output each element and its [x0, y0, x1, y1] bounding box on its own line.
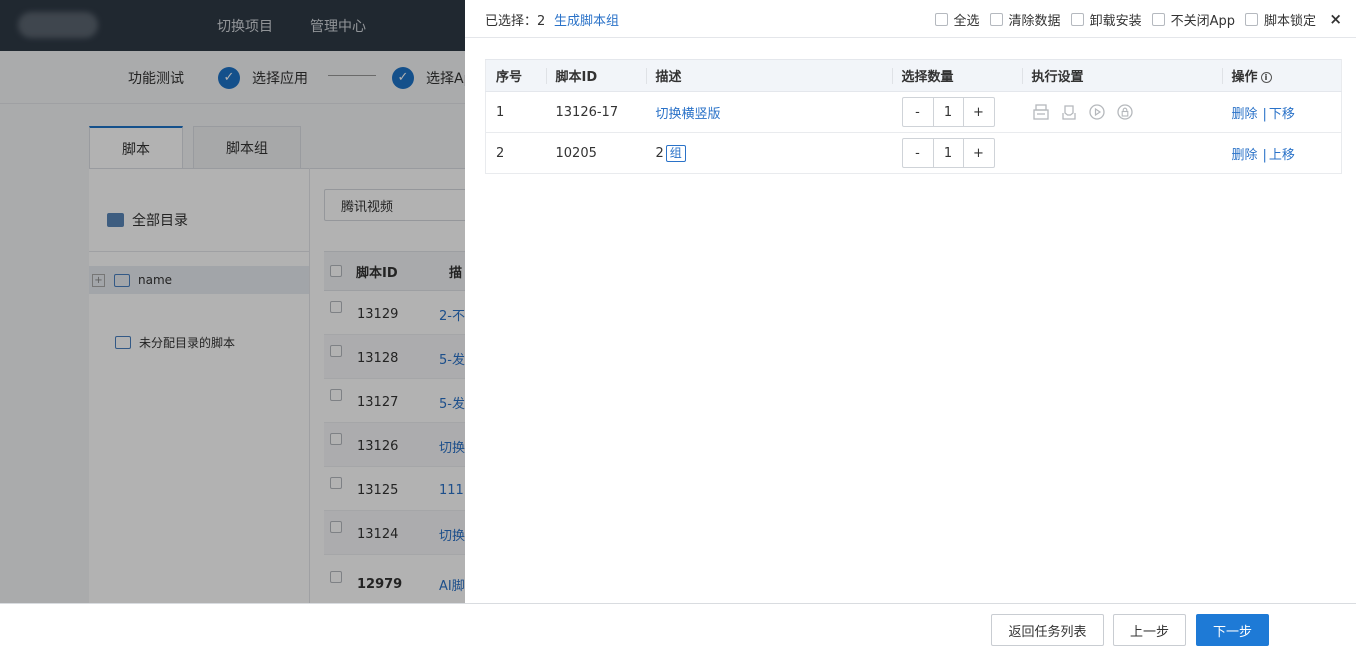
op-separator: | — [1262, 147, 1267, 163]
row-desc: 2组 — [645, 132, 892, 174]
delete-link[interactable]: 删除 — [1232, 148, 1258, 163]
row-exec-settings — [1021, 132, 1222, 174]
checkbox[interactable] — [1070, 12, 1084, 26]
col-script-id: 脚本ID — [545, 59, 646, 92]
row-index: 1 — [485, 91, 546, 133]
col-quantity: 选择数量 — [891, 59, 1022, 92]
col-operations-label: 操作 — [1231, 70, 1258, 85]
option-label: 不关闭App — [1170, 13, 1235, 29]
delete-link[interactable]: 删除 — [1232, 107, 1258, 122]
col-exec-settings: 执行设置 — [1021, 59, 1222, 92]
table-row: 2 10205 2组 - 1 + 删除 | 上移 — [485, 132, 1342, 174]
col-desc: 描述 — [645, 59, 892, 92]
drawer-header: 已选择：2 生成脚本组 全选 清除数据 卸载安装 不关闭App 脚本锁定 × — [465, 0, 1356, 38]
selected-scripts-table: 序号 脚本ID 描述 选择数量 执行设置 操作 i 1 13126-17 切换横竖… — [485, 59, 1342, 174]
install-icon[interactable] — [1060, 103, 1078, 121]
row-desc-link[interactable]: 切换横竖版 — [656, 107, 721, 122]
quantity-stepper: - 1 + — [901, 138, 995, 168]
row-operations: 删除 | 上移 — [1221, 132, 1342, 174]
quantity-value[interactable]: 1 — [932, 98, 964, 126]
move-up-link[interactable]: 上移 — [1269, 148, 1295, 163]
lock-icon[interactable] — [1116, 103, 1134, 121]
row-desc: 切换横竖版 — [645, 91, 892, 133]
play-icon[interactable] — [1088, 103, 1106, 121]
selected-scripts-drawer: 已选择：2 生成脚本组 全选 清除数据 卸载安装 不关闭App 脚本锁定 × 序… — [465, 0, 1356, 603]
row-script-id: 10205 — [545, 132, 646, 174]
decrement-button[interactable]: - — [903, 98, 933, 126]
quantity-stepper: - 1 + — [901, 97, 995, 127]
option-label: 卸载安装 — [1089, 13, 1142, 29]
increment-button[interactable]: + — [964, 98, 994, 126]
next-step-button[interactable]: 下一步 — [1196, 614, 1269, 646]
op-separator: | — [1262, 106, 1267, 122]
clear-data-icon[interactable] — [1032, 103, 1050, 121]
col-index: 序号 — [485, 59, 546, 92]
quantity-value[interactable]: 1 — [932, 139, 964, 167]
option-uninstall-install[interactable]: 卸载安装 — [1070, 10, 1142, 29]
option-clear-data[interactable]: 清除数据 — [989, 10, 1061, 29]
footer-bar: 返回任务列表 上一步 下一步 — [0, 603, 1356, 651]
table-row: 1 13126-17 切换横竖版 - 1 + 删除 | 下移 — [485, 91, 1342, 133]
row-desc-text: 2 — [655, 145, 664, 161]
info-icon[interactable]: i — [1260, 72, 1272, 83]
col-operations: 操作 i — [1221, 59, 1342, 92]
option-lock-script[interactable]: 脚本锁定 — [1244, 10, 1316, 29]
drawer-options: 全选 清除数据 卸载安装 不关闭App 脚本锁定 — [925, 0, 1316, 38]
increment-button[interactable]: + — [964, 139, 994, 167]
option-keep-app-open[interactable]: 不关闭App — [1151, 10, 1235, 29]
checkbox[interactable] — [1151, 12, 1165, 26]
group-badge[interactable]: 组 — [665, 144, 686, 162]
row-quantity: - 1 + — [891, 91, 1022, 133]
generate-script-group-link[interactable]: 生成脚本组 — [554, 0, 619, 38]
checkbox[interactable] — [1244, 12, 1258, 26]
exec-icons — [1032, 103, 1222, 121]
option-label: 脚本锁定 — [1263, 13, 1316, 29]
option-label: 清除数据 — [1008, 13, 1061, 29]
checkbox[interactable] — [934, 12, 948, 26]
selected-count: 已选择：2 — [485, 13, 546, 29]
move-down-link[interactable]: 下移 — [1269, 107, 1295, 122]
row-quantity: - 1 + — [891, 132, 1022, 174]
back-to-task-list-button[interactable]: 返回任务列表 — [991, 614, 1104, 646]
option-select-all[interactable]: 全选 — [934, 10, 980, 29]
checkbox[interactable] — [989, 12, 1003, 26]
close-icon[interactable]: × — [1329, 0, 1342, 38]
row-script-id: 13126-17 — [545, 91, 646, 133]
row-operations: 删除 | 下移 — [1221, 91, 1342, 133]
row-exec-settings — [1021, 91, 1222, 133]
row-index: 2 — [485, 132, 546, 174]
table-header-row: 序号 脚本ID 描述 选择数量 执行设置 操作 i — [485, 59, 1342, 92]
prev-step-button[interactable]: 上一步 — [1113, 614, 1186, 646]
option-label: 全选 — [953, 13, 980, 29]
decrement-button[interactable]: - — [903, 139, 933, 167]
